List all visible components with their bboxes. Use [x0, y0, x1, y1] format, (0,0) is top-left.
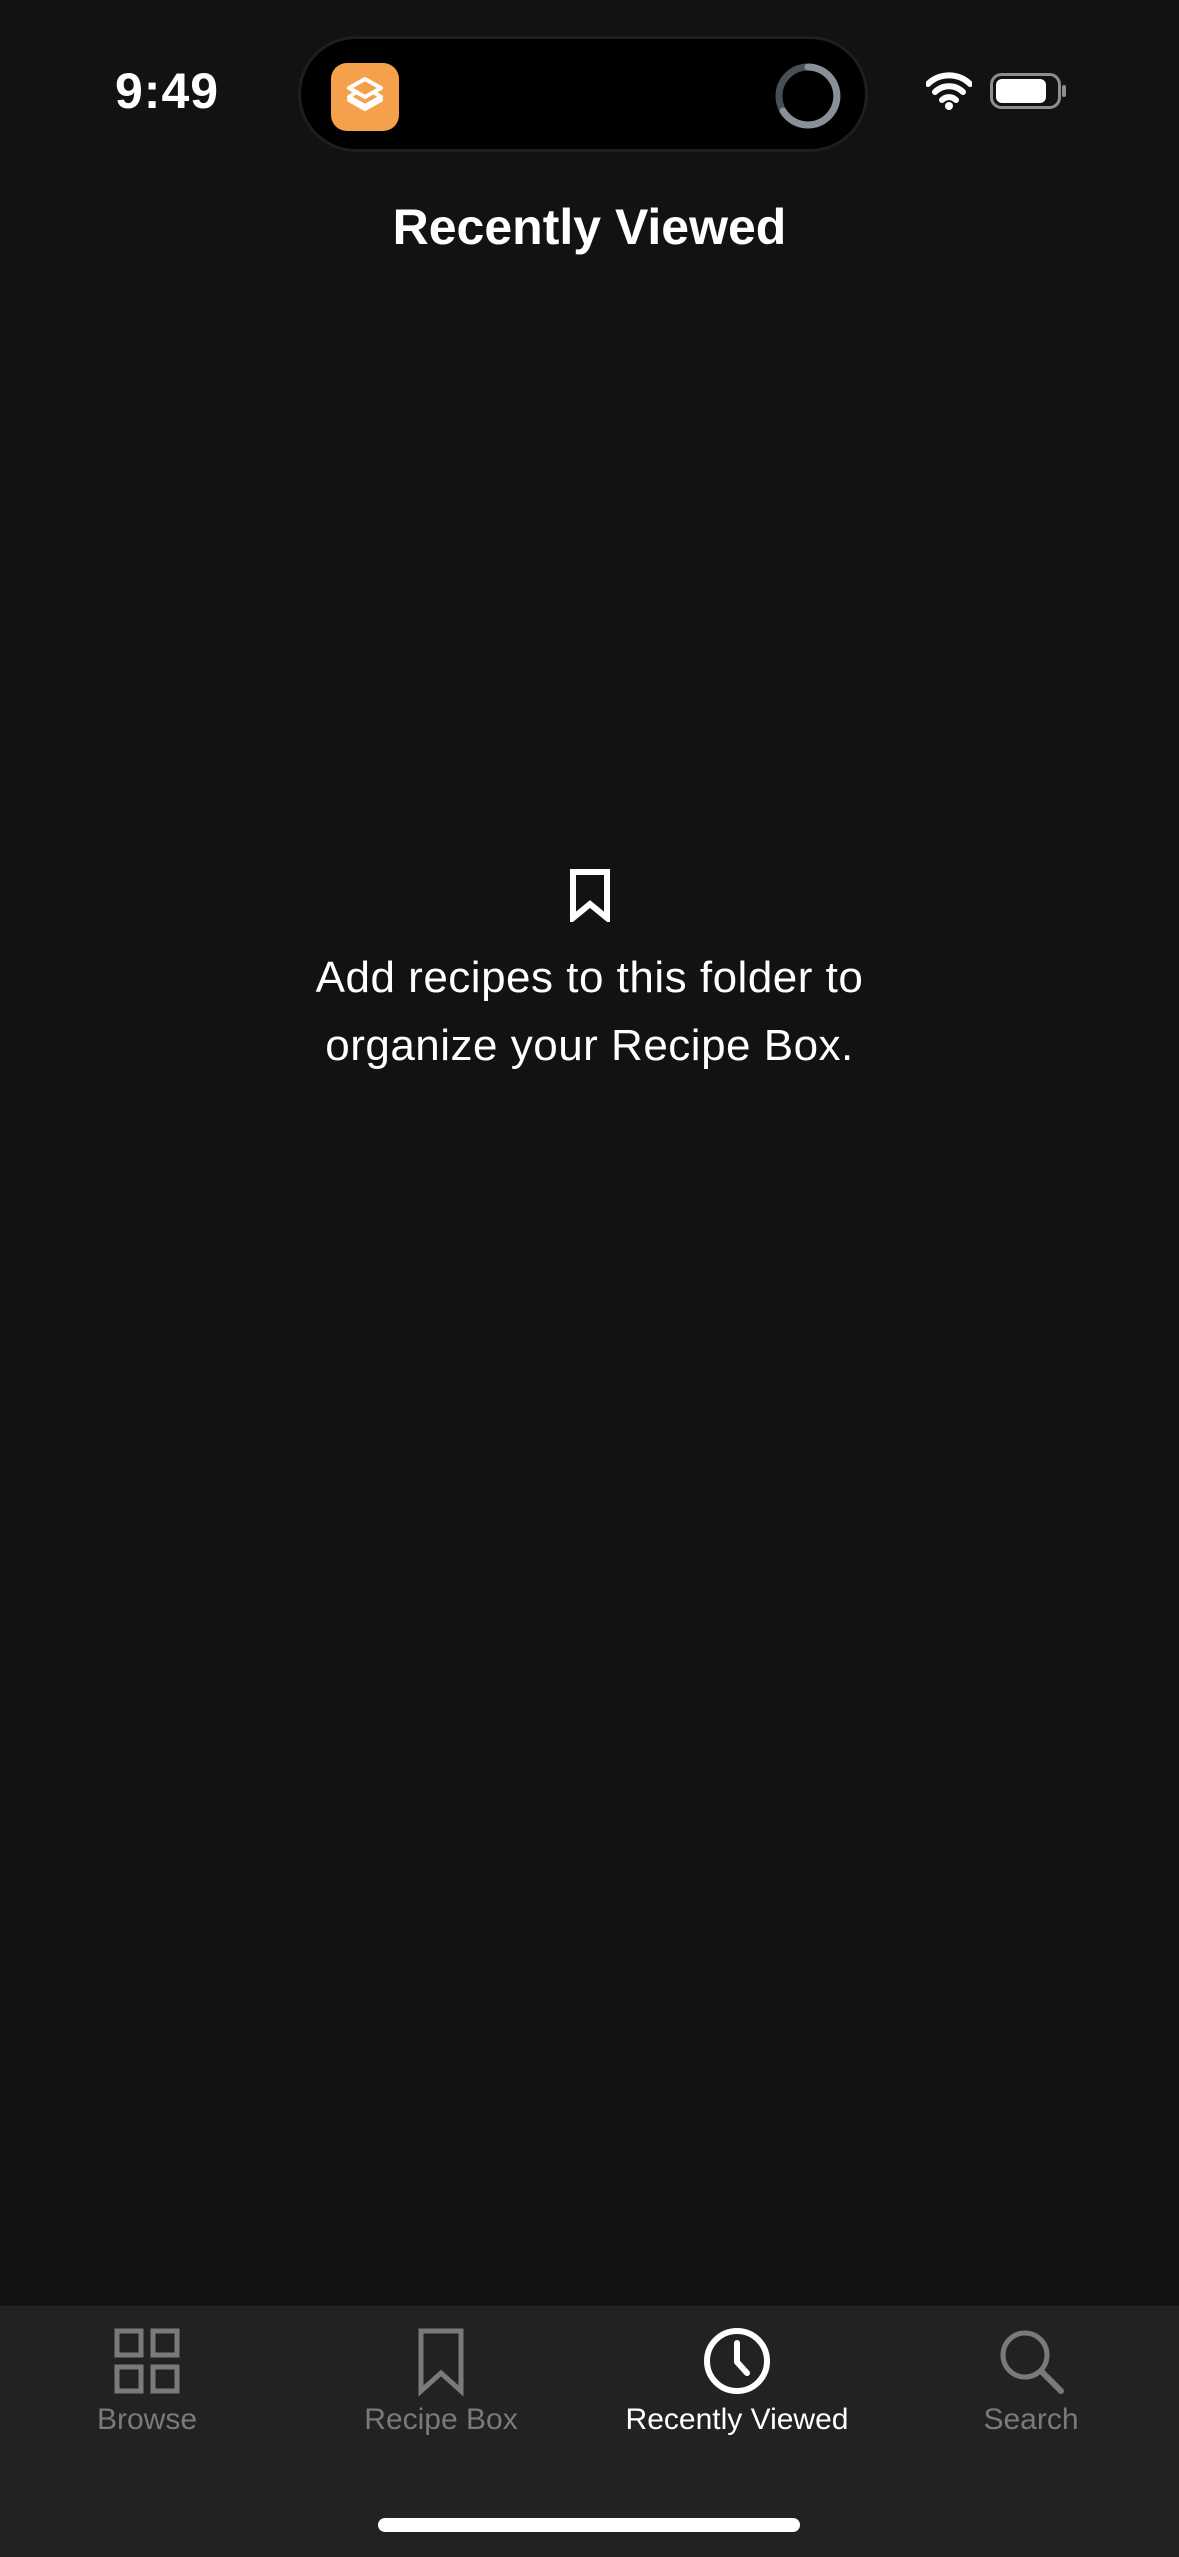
wifi-icon: [926, 72, 972, 110]
status-time: 9:49: [115, 63, 220, 119]
tab-recently-viewed[interactable]: Recently Viewed: [590, 2307, 884, 2467]
empty-state-line-2: organize your Recipe Box.: [325, 1021, 854, 1070]
bookmark-icon: [569, 869, 610, 922]
tab-label: Recipe Box: [364, 2403, 518, 2436]
tab-label: Browse: [96, 2403, 198, 2436]
search-icon: [1000, 2330, 1064, 2394]
tab-recipe-box[interactable]: Recipe Box: [294, 2307, 588, 2467]
home-indicator[interactable]: [378, 2518, 800, 2532]
tab-label: Recently Viewed: [625, 2403, 849, 2436]
clock-icon: [704, 2328, 770, 2394]
empty-state-message: Add recipes to this folder to organize y…: [0, 944, 1179, 1080]
page-title: Recently Viewed: [392, 199, 787, 255]
tab-label: Search: [983, 2403, 1079, 2436]
empty-state-line-1: Add recipes to this folder to: [315, 953, 864, 1002]
shortcuts-app-icon: [331, 63, 399, 131]
tab-search[interactable]: Search: [884, 2307, 1178, 2467]
tab-browse[interactable]: Browse: [0, 2307, 294, 2467]
progress-ring-icon: [775, 63, 841, 129]
status-bar: 9:49: [0, 0, 1179, 190]
empty-state: Add recipes to this folder to organize y…: [0, 868, 1179, 1080]
grid-icon: [114, 2328, 180, 2394]
battery-icon: [990, 73, 1066, 109]
dynamic-island[interactable]: [298, 36, 868, 152]
bookmark-icon: [418, 2328, 464, 2397]
